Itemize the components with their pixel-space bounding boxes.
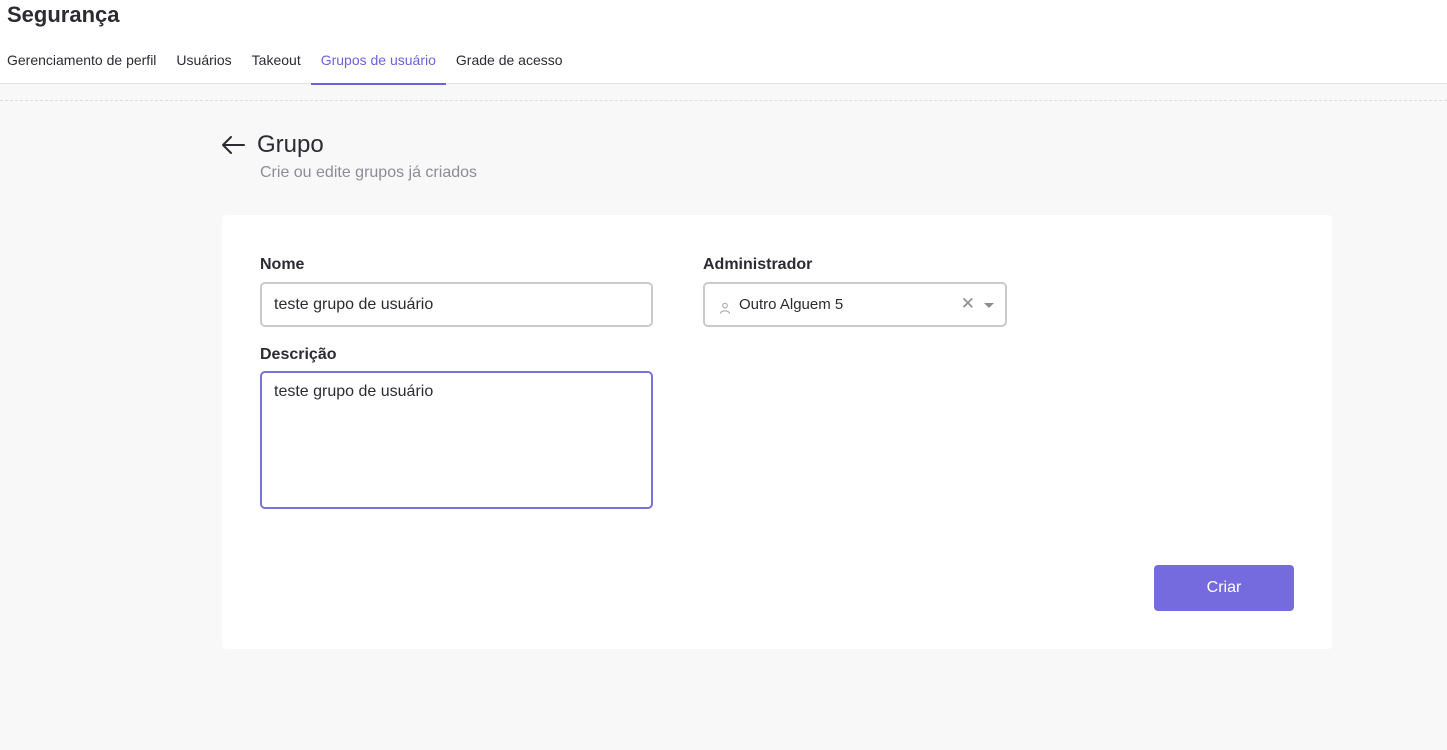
create-button[interactable]: Criar <box>1154 565 1294 611</box>
admin-select[interactable]: Outro Alguem 5 ✕ <box>703 282 1007 327</box>
group-form-card: Nome teste grupo de usuário Descrição te… <box>222 215 1332 649</box>
caret-down-icon[interactable] <box>984 303 994 308</box>
name-label: Nome <box>260 256 305 273</box>
admin-label: Administrador <box>703 256 813 273</box>
admin-select-value: Outro Alguem 5 <box>739 296 844 313</box>
tab-grupos-de-usuario[interactable]: Grupos de usuário <box>310 44 447 85</box>
tab-gerenciamento-de-perfil[interactable]: Gerenciamento de perfil <box>0 44 166 84</box>
user-icon <box>719 301 731 314</box>
tab-grade-de-acesso[interactable]: Grade de acesso <box>446 44 573 84</box>
divider <box>0 100 1447 101</box>
close-icon[interactable]: ✕ <box>961 294 975 314</box>
section-title: Grupo <box>257 131 324 158</box>
name-input-value: teste grupo de usuário <box>274 295 434 313</box>
tab-takeout[interactable]: Takeout <box>242 44 311 84</box>
tab-bar: Gerenciamento de perfil Usuários Takeout… <box>0 44 573 85</box>
description-textarea-value: teste grupo de usuário <box>274 383 434 400</box>
arrow-left-icon[interactable] <box>220 133 246 157</box>
tab-usuarios[interactable]: Usuários <box>166 44 241 84</box>
section-subtitle: Crie ou edite grupos já criados <box>260 164 478 181</box>
page-title: Segurança <box>7 2 120 27</box>
name-input[interactable]: teste grupo de usuário <box>260 282 653 327</box>
description-label: Descrição <box>260 346 337 363</box>
description-textarea[interactable]: teste grupo de usuário <box>260 371 653 509</box>
top-bar: Segurança Gerenciamento de perfil Usuári… <box>0 0 1447 85</box>
